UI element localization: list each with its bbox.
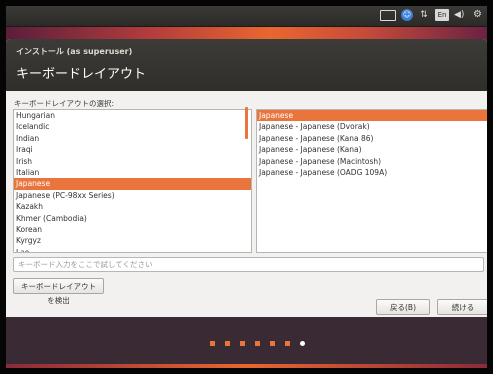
progress-dot bbox=[225, 341, 230, 346]
installer-window: インストール (as superuser) キーボードレイアウト キーボードレイ… bbox=[6, 39, 487, 317]
progress-dots bbox=[210, 341, 305, 346]
list-item[interactable]: Japanese - Japanese (Kana) bbox=[257, 144, 487, 155]
footer-accent-line bbox=[6, 364, 487, 368]
list-item[interactable]: Icelandic bbox=[14, 121, 251, 132]
progress-dot bbox=[255, 341, 260, 346]
keyboard-icon[interactable] bbox=[380, 10, 396, 21]
list-item[interactable]: Japanese - Japanese (Dvorak) bbox=[257, 121, 487, 132]
list-item[interactable]: Khmer (Cambodia) bbox=[14, 213, 251, 224]
volume-icon[interactable]: ◀) bbox=[454, 9, 468, 21]
list-item[interactable]: Japanese bbox=[257, 110, 487, 122]
back-button[interactable]: 戻る(B) bbox=[376, 299, 430, 315]
list-item[interactable]: Kyrgyz bbox=[14, 235, 251, 246]
list-item[interactable]: Japanese (PC-98xx Series) bbox=[14, 190, 251, 201]
window-title: インストール (as superuser) bbox=[16, 47, 133, 56]
layout-list[interactable]: Hungarian Icelandic Indian Iraqi Irish Italia… bbox=[13, 109, 252, 253]
progress-dot-current bbox=[300, 341, 305, 346]
list-item[interactable]: Iraqi bbox=[14, 144, 251, 155]
progress-dot bbox=[270, 341, 275, 346]
list-item[interactable]: Japanese - Japanese (OADG 109A) bbox=[257, 167, 487, 178]
progress-dot bbox=[240, 341, 245, 346]
list-item[interactable]: Kazakh bbox=[14, 201, 251, 212]
layout-section-label: キーボードレイアウトの選択: bbox=[14, 99, 115, 108]
list-item[interactable]: Japanese - Japanese (Macintosh) bbox=[257, 156, 487, 167]
list-item[interactable]: Japanese bbox=[14, 178, 251, 190]
page-title: キーボードレイアウト bbox=[16, 67, 147, 82]
continue-button[interactable]: 続ける bbox=[437, 299, 487, 315]
list-item[interactable]: Italian bbox=[14, 167, 251, 178]
progress-dot bbox=[210, 341, 215, 346]
top-panel: ☺ ⇅ En ◀) ⚙ bbox=[6, 6, 487, 27]
language-indicator[interactable]: En bbox=[435, 9, 449, 21]
list-item[interactable]: Korean bbox=[14, 224, 251, 235]
variant-list[interactable]: Japanese Japanese - Japanese (Dvorak) Japa… bbox=[256, 109, 487, 253]
accessibility-icon[interactable]: ☺ bbox=[401, 9, 413, 21]
list-item[interactable]: Irish bbox=[14, 156, 251, 167]
list-item[interactable]: Japanese - Japanese (Kana 86) bbox=[257, 133, 487, 144]
desktop-screen: ☺ ⇅ En ◀) ⚙ インストール (as superuser) キーボードレ… bbox=[6, 6, 487, 368]
progress-dot bbox=[285, 341, 290, 346]
list-item[interactable]: Hungarian bbox=[14, 110, 251, 121]
detect-layout-button[interactable]: キーボードレイアウトを検出 bbox=[13, 278, 104, 305]
keyboard-test-input[interactable] bbox=[13, 257, 484, 272]
layout-list-scrollbar[interactable] bbox=[245, 107, 248, 139]
list-item[interactable]: Indian bbox=[14, 133, 251, 144]
list-item[interactable]: Lao bbox=[14, 247, 251, 252]
system-tray: ☺ ⇅ En ◀) ⚙ bbox=[380, 9, 483, 21]
gear-icon[interactable]: ⚙ bbox=[473, 9, 483, 21]
network-icon[interactable]: ⇅ bbox=[418, 9, 430, 21]
